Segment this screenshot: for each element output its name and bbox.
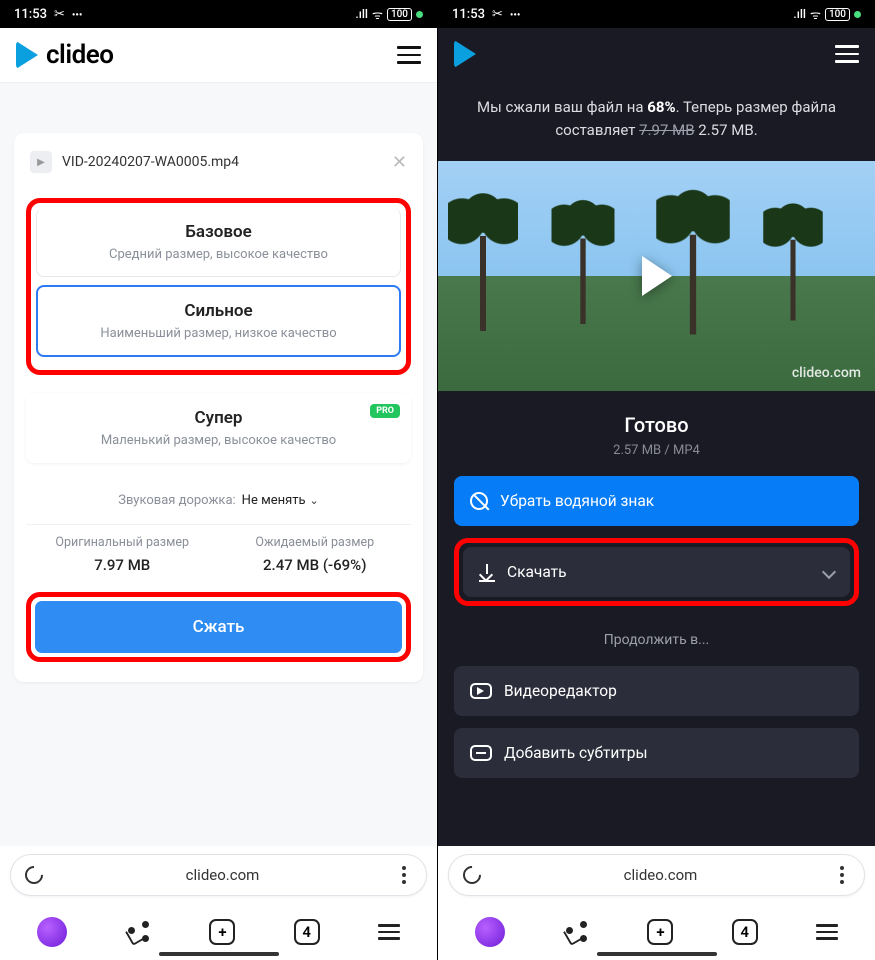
- home-indicator: [597, 952, 717, 956]
- ready-title: Готово: [438, 413, 875, 437]
- expected-size-value: 2.47 MB (-69%): [219, 556, 412, 574]
- option-strong[interactable]: Сильное Наименьший размер, низкое качест…: [36, 285, 401, 357]
- option-title: Базовое: [47, 222, 390, 242]
- new-tab-button[interactable]: +: [647, 919, 673, 945]
- old-size: 7.97 MB: [639, 121, 694, 139]
- chevron-down-icon: ⌄: [310, 494, 319, 507]
- remove-watermark-button[interactable]: Убрать водяной знак: [454, 476, 859, 526]
- url-menu-icon[interactable]: [402, 866, 412, 884]
- browser-nav-bar: + 4: [438, 904, 875, 960]
- brand-logo[interactable]: [454, 40, 476, 68]
- option-super[interactable]: PRO Супер Маленький размер, высокое каче…: [26, 393, 411, 463]
- signal-icon: .ıll: [355, 7, 368, 21]
- orig-size-value: 7.97 MB: [26, 556, 219, 574]
- browser-url-bar: clideo.com: [0, 846, 437, 904]
- brand-logo[interactable]: clideo: [16, 40, 113, 70]
- menu-button[interactable]: [397, 46, 421, 64]
- privacy-dot: [854, 11, 861, 18]
- option-title: Супер: [37, 408, 400, 428]
- options-highlight-frame: Базовое Средний размер, высокое качество…: [26, 198, 411, 375]
- wifi-icon: ᯤ: [372, 6, 383, 23]
- browser-nav-bar: + 4: [0, 904, 437, 960]
- play-icon[interactable]: [642, 256, 672, 296]
- file-thumb-icon: ▶: [30, 151, 52, 173]
- battery-percent: 100: [387, 8, 412, 21]
- compression-message: Мы сжали ваш файл на 68%. Теперь размер …: [438, 80, 875, 161]
- option-sub: Маленький размер, высокое качество: [37, 433, 400, 448]
- download-highlight-frame: Скачать: [454, 538, 859, 606]
- audio-select[interactable]: Не менять ⌄: [242, 493, 319, 508]
- reload-icon[interactable]: [21, 862, 46, 887]
- option-basic[interactable]: Базовое Средний размер, высокое качество: [36, 208, 401, 277]
- privacy-dot: [416, 11, 423, 18]
- download-button[interactable]: Скачать: [463, 547, 850, 597]
- home-indicator: [159, 952, 279, 956]
- chevron-down-icon: [822, 565, 836, 579]
- logo-text: clideo: [46, 40, 113, 70]
- button-label: Убрать водяной знак: [500, 492, 654, 510]
- sizes-row: Оригинальный размер 7.97 MB Ожидаемый ра…: [26, 524, 411, 592]
- status-dots: [72, 7, 83, 22]
- share-icon[interactable]: [125, 919, 151, 945]
- url-text: clideo.com: [491, 866, 830, 884]
- browser-url-bar: clideo.com: [438, 846, 875, 904]
- wifi-icon: ᯤ: [810, 6, 821, 23]
- file-name: VID-20240207-WA0005.mp4: [62, 154, 382, 170]
- watermark: clideo.com: [792, 365, 861, 381]
- battery-percent: 100: [825, 8, 850, 21]
- alice-button[interactable]: [37, 917, 67, 947]
- status-app-icon: ✂: [492, 7, 503, 22]
- video-editor-icon: [470, 683, 492, 699]
- button-label: Добавить субтитры: [504, 744, 648, 762]
- url-text: clideo.com: [53, 866, 392, 884]
- audio-value: Не менять: [242, 493, 306, 508]
- continue-in-label: Продолжить в...: [454, 618, 859, 654]
- alice-button[interactable]: [475, 917, 505, 947]
- status-bar: 11:53 ✂ .ıll ᯤ 100: [0, 0, 437, 28]
- ready-sub: 2.57 MB / MP4: [438, 443, 875, 458]
- app-header: [438, 28, 875, 80]
- app-header: clideo: [0, 28, 437, 83]
- browser-menu-button[interactable]: [816, 924, 838, 940]
- video-preview[interactable]: clideo.com: [438, 161, 875, 391]
- logo-mark-icon: [454, 40, 476, 68]
- add-subtitles-button[interactable]: Добавить субтитры: [454, 728, 859, 778]
- status-app-icon: ✂: [54, 7, 65, 22]
- browser-menu-button[interactable]: [378, 924, 400, 940]
- share-icon[interactable]: [563, 919, 589, 945]
- tabs-button[interactable]: 4: [294, 919, 320, 945]
- video-editor-button[interactable]: Видеоредактор: [454, 666, 859, 716]
- reload-icon[interactable]: [459, 862, 484, 887]
- orig-size-label: Оригинальный размер: [26, 535, 219, 550]
- no-sign-icon: [470, 492, 488, 510]
- tabs-button[interactable]: 4: [732, 919, 758, 945]
- status-time: 11:53: [14, 7, 47, 22]
- option-sub: Наименьший размер, низкое качество: [48, 326, 389, 341]
- expected-size-label: Ожидаемый размер: [219, 535, 412, 550]
- logo-mark-icon: [16, 41, 38, 69]
- download-icon: [479, 564, 495, 580]
- subtitles-icon: [470, 745, 492, 761]
- new-tab-button[interactable]: +: [209, 919, 235, 945]
- button-label: Скачать: [507, 563, 567, 581]
- status-dots: [510, 7, 521, 22]
- audio-track-row: Звуковая дорожка: Не менять ⌄: [26, 471, 411, 524]
- remove-file-button[interactable]: ✕: [392, 152, 407, 173]
- url-pill[interactable]: clideo.com: [10, 854, 427, 896]
- url-pill[interactable]: clideo.com: [448, 854, 865, 896]
- option-title: Сильное: [48, 301, 389, 321]
- file-row: ▶ VID-20240207-WA0005.mp4 ✕: [26, 147, 411, 192]
- pro-badge: PRO: [370, 404, 400, 418]
- signal-icon: .ıll: [793, 7, 806, 21]
- url-menu-icon[interactable]: [840, 866, 850, 884]
- status-time: 11:53: [452, 7, 485, 22]
- button-label: Видеоредактор: [504, 682, 617, 700]
- menu-button[interactable]: [835, 45, 859, 63]
- option-sub: Средний размер, высокое качество: [47, 247, 390, 262]
- compress-button[interactable]: Сжать: [35, 601, 402, 653]
- compress-highlight-frame: Сжать: [26, 592, 411, 662]
- status-bar: 11:53 ✂ .ıll ᯤ 100: [438, 0, 875, 28]
- audio-label: Звуковая дорожка:: [118, 493, 235, 508]
